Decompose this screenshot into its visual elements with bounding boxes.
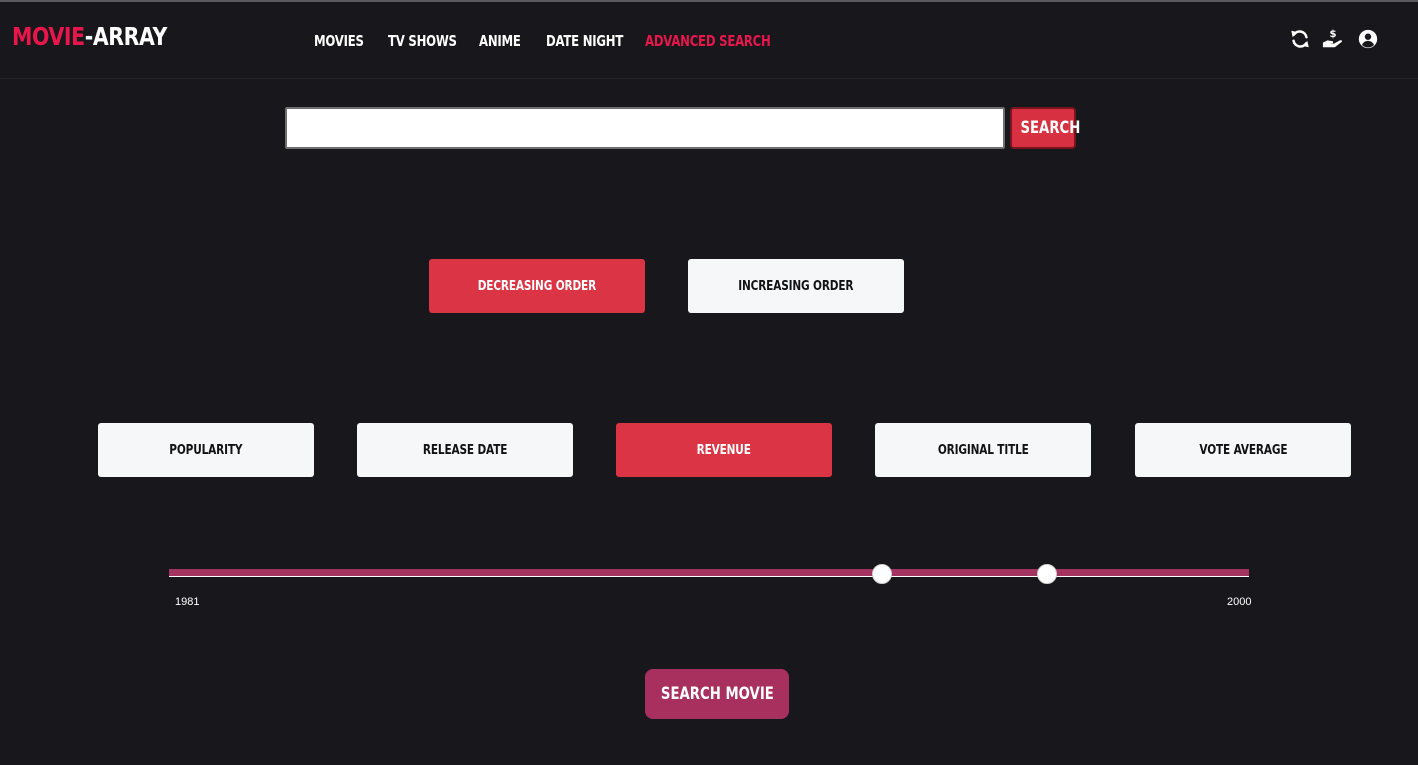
- sort-popularity-label: POPULARITY: [169, 442, 243, 458]
- sort-revenue-button[interactable]: REVENUE: [616, 423, 832, 477]
- search-input[interactable]: [285, 107, 1005, 149]
- search-movie-label: SEARCH MOVIE: [660, 684, 774, 704]
- logo-primary: MOVIE: [12, 22, 85, 51]
- svg-text:$: $: [1329, 29, 1336, 40]
- search-button[interactable]: SEARCH: [1010, 107, 1080, 149]
- sort-revenue-label: REVENUE: [696, 442, 752, 458]
- year-range-upper-thumb[interactable]: [1037, 564, 1058, 584]
- refresh-icon[interactable]: [1289, 28, 1311, 50]
- year-range-min-label: 1981: [175, 596, 200, 608]
- sort-vote-average-button[interactable]: VOTE AVERAGE: [1135, 423, 1351, 477]
- year-range-max-label: 2000: [1227, 596, 1252, 608]
- search-movie-button[interactable]: SEARCH MOVIE: [645, 669, 789, 719]
- decreasing-order-button[interactable]: DECREASING ORDER: [429, 259, 645, 313]
- year-range-lower-thumb[interactable]: [871, 564, 892, 584]
- sort-popularity-button[interactable]: POPULARITY: [98, 423, 314, 477]
- site-logo[interactable]: MOVIE-ARRAY: [12, 22, 167, 51]
- increasing-order-label: INCREASING ORDER: [738, 278, 854, 294]
- user-account-icon[interactable]: [1357, 28, 1379, 50]
- sort-release-date-label: RELEASE DATE: [422, 442, 508, 458]
- sort-vote-average-label: VOTE AVERAGE: [1199, 442, 1287, 458]
- year-range-slider-track[interactable]: [169, 569, 1249, 577]
- search-button-label: SEARCH: [1020, 118, 1081, 138]
- sort-original-title-button[interactable]: ORIGINAL TITLE: [875, 423, 1091, 477]
- nav-advanced-search[interactable]: ADVANCED SEARCH: [645, 32, 771, 50]
- navbar: MOVIE-ARRAY MOVIES TV SHOWS ANIME DATE N…: [0, 2, 1418, 79]
- decreasing-order-label: DECREASING ORDER: [477, 278, 597, 294]
- logo-secondary: -ARRAY: [84, 22, 168, 51]
- nav-tv-shows[interactable]: TV SHOWS: [388, 32, 457, 50]
- sort-release-date-button[interactable]: RELEASE DATE: [357, 423, 573, 477]
- donate-hand-icon[interactable]: $: [1322, 28, 1344, 50]
- increasing-order-button[interactable]: INCREASING ORDER: [688, 259, 904, 313]
- nav-movies[interactable]: MOVIES: [314, 32, 364, 50]
- nav-date-night[interactable]: DATE NIGHT: [546, 32, 623, 50]
- sort-original-title-label: ORIGINAL TITLE: [937, 442, 1029, 458]
- nav-anime[interactable]: ANIME: [479, 32, 521, 50]
